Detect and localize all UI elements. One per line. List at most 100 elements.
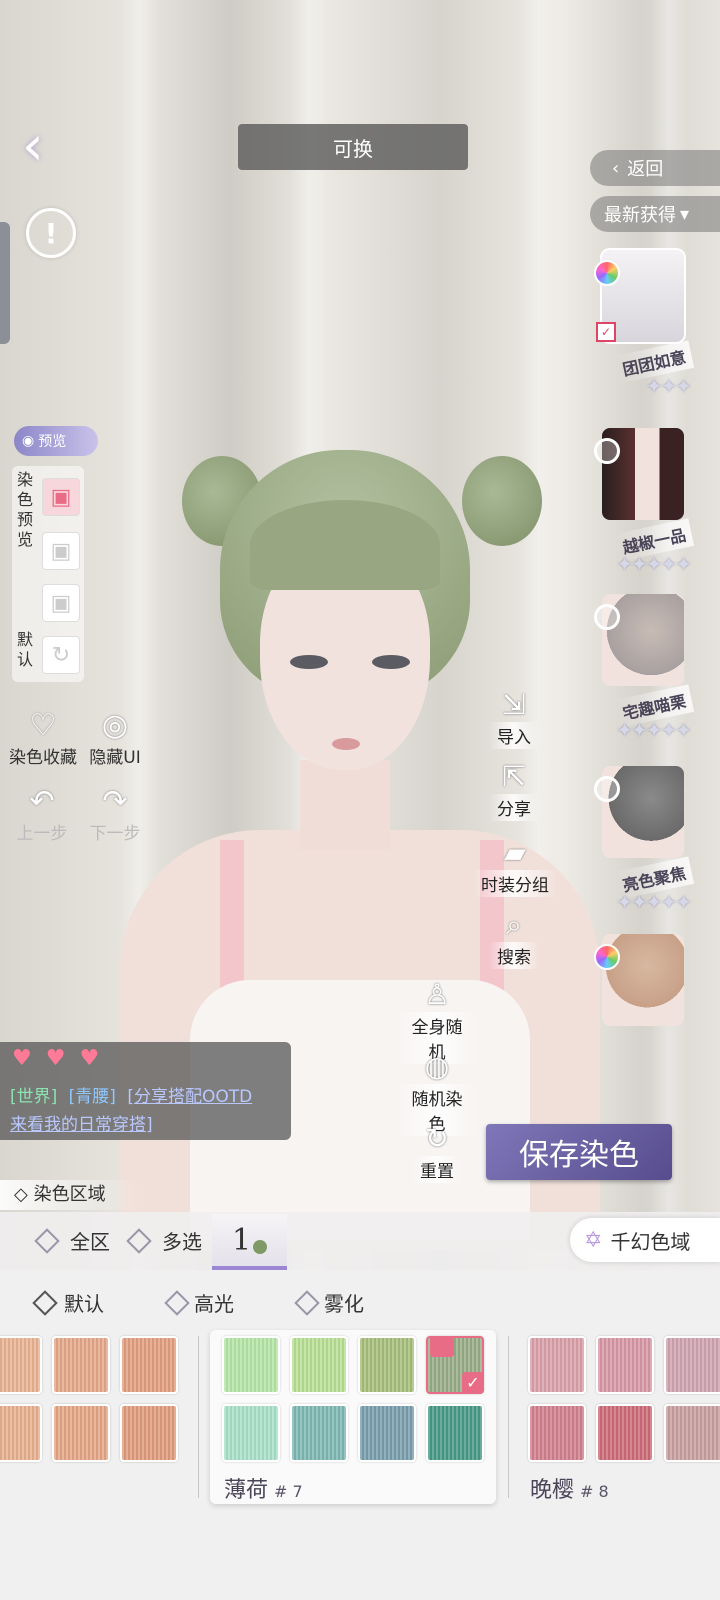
hairstyle-item[interactable]: 宅趣喵栗 ✦✦✦✦✦ xyxy=(590,588,700,748)
color-swatch[interactable] xyxy=(120,1404,178,1462)
tab-all-region[interactable]: 全区 xyxy=(34,1226,110,1255)
side-drawer-handle[interactable] xyxy=(0,222,10,344)
default-label: 默认 xyxy=(16,630,33,669)
import-button[interactable]: ⇲ 导入 xyxy=(478,688,550,749)
heart-icons: ♥♥♥ xyxy=(12,1046,114,1071)
refresh-icon: ↻ xyxy=(425,1122,449,1155)
shirt-icon xyxy=(430,1337,454,1357)
eye-icon: ◉ xyxy=(22,433,35,449)
color-swatch[interactable] xyxy=(596,1336,654,1394)
color-swatch[interactable] xyxy=(222,1336,280,1394)
filter-highlight[interactable]: 高光 xyxy=(164,1288,234,1317)
chat-panel[interactable]: ♥♥♥ [世界] [青腰] [分享搭配OOTD 来看我的日常穿搭] xyxy=(0,1042,291,1140)
hairstyle-item[interactable]: 越椒一品 ✦✦✦✦✦ xyxy=(590,422,700,582)
shirt-reset-button[interactable]: ↻ xyxy=(42,636,80,674)
undo-button[interactable]: ↶ 上一步 xyxy=(10,784,74,844)
share-button[interactable]: ⇱ 分享 xyxy=(478,760,550,821)
hairstyle-item[interactable]: ✓ 团团如意 ✦✦✦ xyxy=(590,244,700,404)
filter-haze[interactable]: 雾化 xyxy=(294,1288,364,1317)
reset-button[interactable]: ↻ 重置 xyxy=(396,1122,478,1183)
search-icon: ⌕ xyxy=(506,908,522,941)
redo-button[interactable]: ↷ 下一步 xyxy=(84,784,146,844)
color-group-name: 薄荷 xyxy=(224,1478,269,1503)
color-dot-icon xyxy=(253,1240,268,1254)
diamond-icon xyxy=(126,1227,152,1254)
return-label: 返回 xyxy=(627,159,664,180)
import-icon: ⇲ xyxy=(502,688,526,721)
favorite-icon: ♡ xyxy=(29,708,57,743)
tab-all-region-label: 全区 xyxy=(70,1230,110,1254)
diamond-icon: ◇ xyxy=(14,1184,28,1205)
redo-label: 下一步 xyxy=(89,824,141,844)
color-swatch[interactable] xyxy=(358,1336,416,1394)
color-swatch[interactable] xyxy=(290,1404,348,1462)
color-swatch[interactable] xyxy=(52,1336,110,1394)
color-swatch[interactable] xyxy=(0,1404,42,1462)
color-swatch[interactable] xyxy=(222,1404,280,1462)
hairstyle-item[interactable] xyxy=(590,928,700,1088)
return-button[interactable]: ‹ 返回 xyxy=(590,150,720,186)
preview-badge-label: 预览 xyxy=(38,434,67,450)
check-icon xyxy=(32,1289,58,1316)
color-swatch[interactable] xyxy=(426,1404,484,1462)
info-icon[interactable]: ! xyxy=(26,208,76,258)
color-swatch[interactable] xyxy=(120,1336,178,1394)
chat-user[interactable]: [青腰] xyxy=(69,1087,116,1107)
color-swatch[interactable] xyxy=(0,1336,42,1394)
color-swatch[interactable] xyxy=(528,1336,586,1394)
chat-line: [世界] [青腰] [分享搭配OOTD xyxy=(10,1082,252,1107)
caret-down-icon: ▾ xyxy=(680,203,690,225)
tab-multi-select[interactable]: 多选 xyxy=(126,1226,202,1255)
search-button[interactable]: ⌕ 搜索 xyxy=(478,908,550,969)
shirt-preview-option[interactable]: ▣ xyxy=(42,584,80,622)
color-swatch[interactable] xyxy=(664,1404,720,1462)
search-label: 搜索 xyxy=(489,942,539,969)
tab-region-1-label: 1 xyxy=(231,1222,252,1258)
undo-icon: ↶ xyxy=(29,784,55,819)
redo-icon: ↷ xyxy=(102,784,128,819)
fantasy-color-button[interactable]: ✡ 千幻色域 xyxy=(570,1218,720,1262)
color-group-label: 薄荷 # 7 xyxy=(224,1472,303,1504)
refresh-icon: ↻ xyxy=(51,642,71,668)
dye-preview-label: 染色预览 xyxy=(16,470,33,549)
back-arrow-icon[interactable]: ‹ xyxy=(22,118,72,174)
group-separator xyxy=(508,1336,509,1498)
chat-message[interactable]: [分享搭配OOTD xyxy=(127,1087,252,1107)
color-swatch[interactable] xyxy=(528,1404,586,1462)
hairstyle-item[interactable]: 亮色聚焦 ✦✦✦✦✦ xyxy=(590,760,700,920)
preview-toggle[interactable]: ◉ 预览 xyxy=(14,426,98,456)
star-of-david-icon: ✡ xyxy=(584,1227,603,1253)
shirt-icon: ▣ xyxy=(50,484,72,510)
diamond-icon xyxy=(294,1289,320,1316)
page-title: 可换 xyxy=(238,124,468,170)
folder-icon: ▰ xyxy=(504,836,526,869)
shirt-icon: ▣ xyxy=(50,590,72,616)
filter-highlight-label: 高光 xyxy=(194,1292,234,1316)
ring-icon xyxy=(594,776,620,802)
shirt-preview-selected[interactable]: ▣ xyxy=(42,478,80,516)
color-swatch[interactable] xyxy=(664,1336,720,1394)
color-swatch[interactable] xyxy=(52,1404,110,1462)
chat-message-continued[interactable]: 来看我的日常穿搭] xyxy=(10,1110,153,1135)
diamond-icon xyxy=(34,1227,60,1254)
share-label: 分享 xyxy=(489,794,539,821)
filter-default[interactable]: 默认 xyxy=(32,1288,104,1317)
hide-ui-label: 隐藏UI xyxy=(89,748,141,768)
color-wheel-icon xyxy=(594,944,620,970)
shirt-icon: ▣ xyxy=(50,538,72,564)
color-swatch[interactable] xyxy=(290,1336,348,1394)
sort-dropdown[interactable]: 最新获得 ▾ xyxy=(590,196,720,232)
dye-favorite-button[interactable]: ♡ 染色收藏 xyxy=(6,708,80,768)
chat-channel: [世界] xyxy=(10,1087,58,1107)
tab-region-1[interactable]: 1 xyxy=(212,1214,287,1270)
shirt-preview-option[interactable]: ▣ xyxy=(42,532,80,570)
outfit-group-button[interactable]: ▰ 时装分组 xyxy=(470,836,560,897)
color-swatch[interactable] xyxy=(358,1404,416,1462)
import-label: 导入 xyxy=(489,722,539,749)
color-swatch[interactable] xyxy=(596,1404,654,1462)
dye-region-label: 染色区域 xyxy=(33,1184,106,1205)
hide-ui-button[interactable]: ◎ 隐藏UI xyxy=(84,708,146,768)
color-wheel-icon xyxy=(594,260,620,286)
save-dye-button[interactable]: 保存染色 xyxy=(486,1124,672,1180)
filter-default-label: 默认 xyxy=(64,1292,104,1316)
